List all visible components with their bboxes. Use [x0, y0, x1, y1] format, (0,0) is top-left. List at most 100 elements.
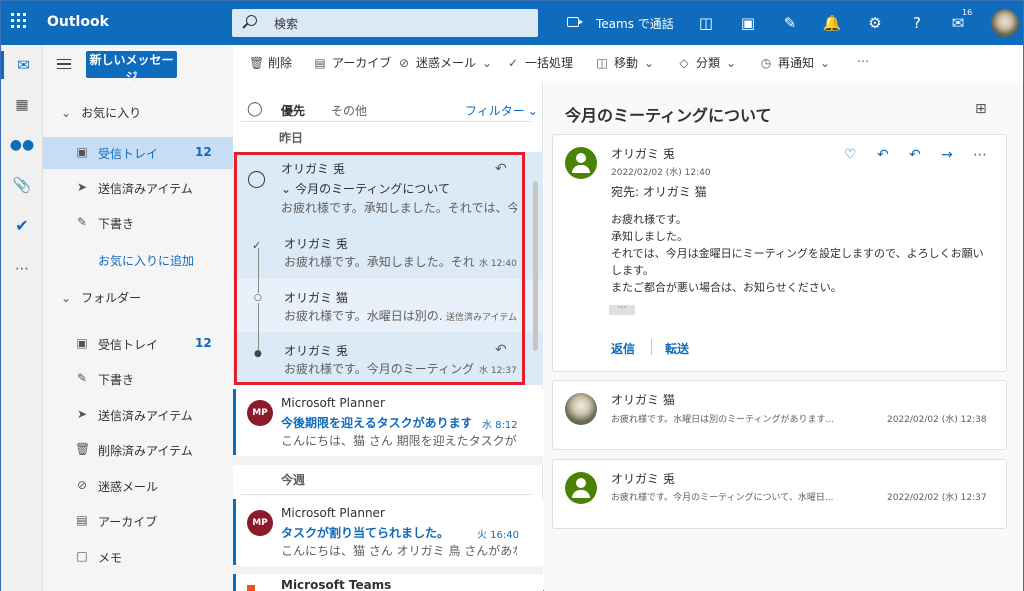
reply-icon[interactable]: ↶ [877, 147, 889, 163]
message-sender: Microsoft Planner [281, 506, 385, 520]
tab-focused[interactable]: 優先 [281, 102, 305, 119]
people-icon[interactable]: ●● [1, 131, 43, 159]
reply-all-icon[interactable]: ↶ [909, 147, 921, 163]
clock-icon: ◷ [760, 56, 772, 70]
divider [241, 494, 531, 495]
teams-call-button[interactable]: Teams で通話 [596, 15, 674, 32]
attachment-icon[interactable]: 📎 [1, 171, 43, 199]
app-launcher-icon[interactable] [11, 13, 31, 33]
video-call-icon[interactable] [567, 17, 583, 27]
archive-button[interactable]: ▤ アーカイブ [313, 54, 391, 71]
message-preview: お疲れ様です。今月のミーティングについて、水曜日... [611, 493, 833, 503]
divider [233, 566, 543, 574]
inbox-icon: ▣ [76, 336, 88, 350]
forward-button[interactable]: 転送 [665, 340, 689, 357]
forward-icon[interactable]: → [941, 147, 953, 163]
office-icon[interactable]: ▣ [737, 1, 759, 45]
message-sender: Microsoft Teams [281, 578, 392, 591]
new-message-button[interactable]: 新しいメッセージ [86, 51, 177, 84]
junk-button[interactable]: ⊘ 迷惑メール ⌄ [397, 54, 492, 71]
folder-move-icon: ◫ [596, 56, 608, 70]
avatar [565, 393, 597, 425]
add-favorite-link[interactable]: お気に入りに追加 [98, 252, 194, 269]
folder-drafts[interactable]: ✎ 下書き [43, 363, 233, 395]
notification-badge: 16 [962, 8, 973, 17]
divider [241, 121, 531, 122]
chevron-down-icon: ⌄ [527, 104, 538, 118]
bell-icon[interactable]: 🔔 [821, 1, 843, 45]
favorites-header[interactable]: ⌄ お気に入り [61, 104, 141, 121]
avatar: MP [247, 510, 273, 536]
chevron-down-icon: ⌄ [61, 291, 72, 305]
snooze-button[interactable]: ◷ 再通知 ⌄ [759, 54, 830, 71]
favorite-inbox[interactable]: ▣ 受信トレイ 12 [43, 137, 233, 169]
select-all-icon[interactable]: ◯ [247, 101, 263, 117]
app-title[interactable]: Outlook [47, 14, 109, 30]
like-icon[interactable]: ♡ [844, 147, 857, 163]
message-sender: オリガミ 猫 [611, 393, 675, 407]
send-icon: ➤ [76, 407, 88, 421]
teams-logo-icon [247, 585, 255, 591]
open-window-icon[interactable]: ⊞ [975, 101, 987, 117]
sweep-button[interactable]: ✓ 一括処理 [506, 54, 573, 71]
categorize-button[interactable]: ◇ 分類 ⌄ [677, 54, 736, 71]
folder-sent[interactable]: ➤ 送信済みアイテム [43, 399, 233, 431]
search-box[interactable]: 検索 [232, 9, 538, 37]
conversation-title: 今月のミーティングについて [565, 106, 772, 125]
message-body-line: 承知しました。 [611, 230, 688, 243]
chevron-down-icon: ⌄ [726, 56, 737, 70]
message-time: 火 16:40 [477, 530, 519, 541]
broom-icon: ✓ [507, 56, 519, 70]
group-header-this-week: 今週 [281, 473, 306, 487]
highlight-box [234, 152, 525, 385]
chevron-down-icon: ⌄ [482, 56, 493, 70]
folder-deleted[interactable]: 🗑 削除済みアイテム [43, 434, 233, 466]
mail-icon[interactable]: ✉ [1, 51, 43, 79]
hamburger-icon[interactable] [57, 59, 71, 69]
tab-other[interactable]: その他 [331, 102, 367, 119]
more-actions-icon[interactable]: ⋯ [973, 147, 987, 163]
chat-icon[interactable]: ◫ [695, 1, 717, 45]
todo-check-icon[interactable]: ✔ [1, 211, 43, 239]
message-preview: こんにちは、猫 さん 期限を迎えたタスクが Mic... [281, 434, 517, 448]
message-sender: オリガミ 兎 [611, 472, 675, 486]
list-scrollbar[interactable] [533, 181, 538, 351]
account-avatar[interactable] [991, 9, 1019, 37]
divider [651, 339, 652, 355]
folder-notes[interactable]: □ メモ [43, 541, 233, 573]
chevron-down-icon: ⌄ [61, 106, 72, 120]
search-icon [246, 15, 257, 26]
folder-junk[interactable]: ⊘ 迷惑メール [43, 470, 233, 502]
block-icon: ⊘ [76, 478, 88, 492]
message-subject: タスクが割り当てられました。 [281, 526, 450, 540]
gear-icon[interactable]: ⚙ [864, 1, 886, 45]
message-preview: お疲れ様です。水曜日は別のミーティングがあります... [611, 415, 833, 425]
move-button[interactable]: ◫ 移動 ⌄ [595, 54, 654, 71]
folders-header[interactable]: ⌄ フォルダー [61, 289, 141, 306]
chevron-down-icon: ⌄ [820, 56, 831, 70]
favorite-drafts[interactable]: ✎ 下書き [43, 207, 233, 239]
message-date: 2022/02/02 (水) 12:38 [887, 415, 987, 425]
more-commands-icon[interactable]: ⋯ [857, 54, 869, 68]
message-body-line: それでは、今月は金曜日にミーティングを設定しますので、よろしくお願い [611, 247, 984, 260]
delete-button[interactable]: 🗑 削除 [249, 54, 292, 71]
filter-button[interactable]: フィルター ⌄ [465, 102, 538, 119]
divider [233, 456, 543, 465]
trash-icon: 🗑 [75, 442, 91, 456]
favorite-sent[interactable]: ➤ 送信済みアイテム [43, 172, 233, 204]
todo-icon[interactable]: ✎ [779, 1, 801, 45]
reply-button[interactable]: 返信 [611, 340, 635, 357]
message-date: 2022/02/02 (水) 12:37 [887, 493, 987, 503]
help-icon[interactable]: ? [906, 1, 928, 45]
trash-icon: 🗑 [249, 56, 265, 70]
folder-inbox[interactable]: ▣ 受信トレイ 12 [43, 328, 233, 360]
message-sender: オリガミ 兎 [611, 147, 675, 161]
message-body-line: お疲れ様です。 [611, 213, 687, 226]
archive-icon: ▤ [314, 56, 326, 70]
search-input[interactable]: 検索 [274, 15, 298, 32]
message-preview: こんにちは、猫 さん オリガミ 鳥 さんがあなたに... [281, 544, 517, 558]
more-apps-icon[interactable]: ⋯ [1, 255, 43, 283]
folder-archive[interactable]: ▤ アーカイブ [43, 505, 233, 537]
calendar-icon[interactable]: ▦ [1, 91, 43, 119]
show-more-icon[interactable]: ⋯ [609, 304, 635, 315]
